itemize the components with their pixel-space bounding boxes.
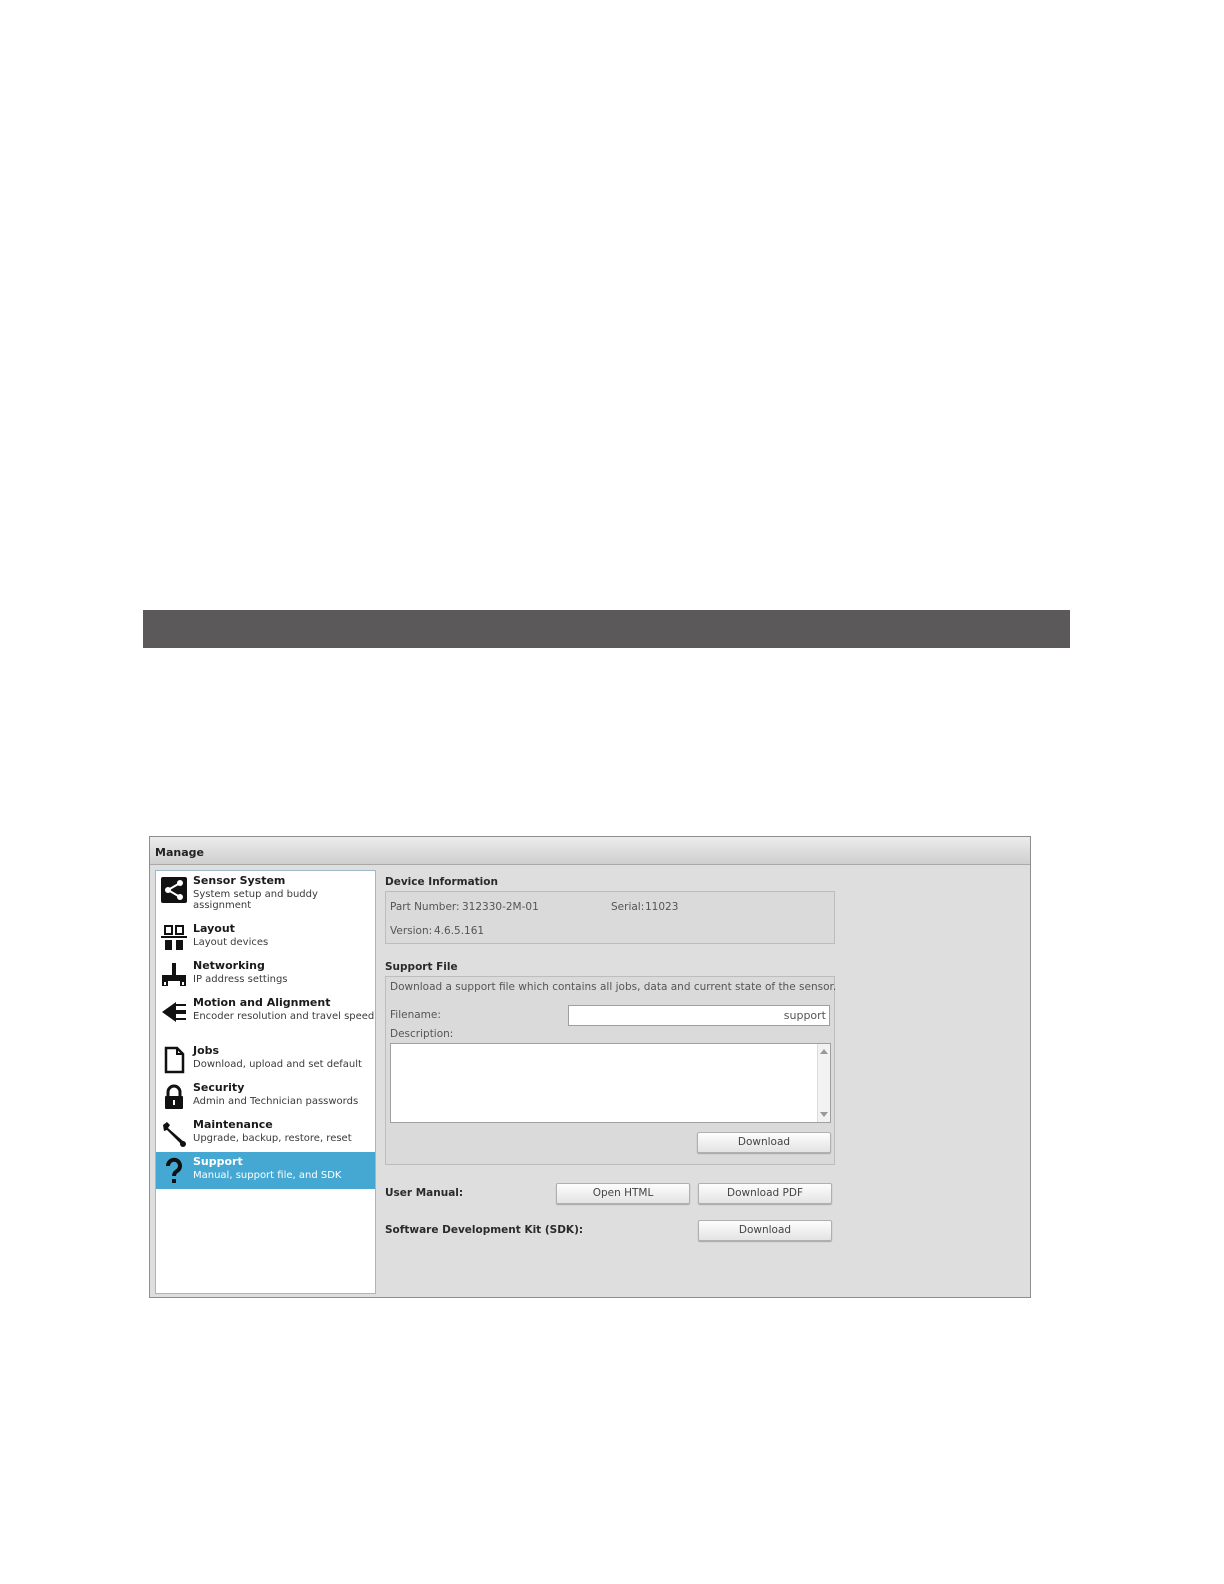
sidebar-item-support[interactable]: Support Manual, support file, and SDK xyxy=(156,1152,375,1189)
part-number-value: 312330-2M-01 xyxy=(462,901,539,913)
sidebar-item-title: Sensor System xyxy=(193,874,286,887)
sidebar-item-subtitle: Download, upload and set default xyxy=(193,1059,362,1070)
window-title: Manage xyxy=(150,837,1030,865)
scroll-down-icon[interactable] xyxy=(820,1112,828,1117)
sdk-download-button[interactable]: Download xyxy=(698,1220,832,1241)
open-html-button[interactable]: Open HTML xyxy=(556,1183,690,1204)
scroll-up-icon[interactable] xyxy=(820,1049,828,1054)
download-pdf-button[interactable]: Download PDF xyxy=(698,1183,832,1204)
sidebar-item-subtitle: Admin and Technician passwords xyxy=(193,1096,359,1107)
sidebar-item-subtitle: IP address settings xyxy=(193,974,288,985)
wrench-icon xyxy=(163,1122,186,1147)
filename-input[interactable] xyxy=(568,1005,830,1026)
version-label: Version: xyxy=(390,925,433,937)
device-information-group: Part Number: 312330-2M-01 Serial: 11023 … xyxy=(385,891,835,944)
description-area xyxy=(390,1043,831,1123)
manage-window: Manage Sensor System System setup and bu… xyxy=(149,836,1031,1298)
user-manual-label: User Manual: xyxy=(385,1187,464,1199)
arrow-left-icon xyxy=(162,1002,186,1022)
version-value: 4.6.5.161 xyxy=(434,925,485,937)
support-file-label: Support File xyxy=(385,961,458,973)
document-icon xyxy=(164,1046,185,1074)
support-file-group: Download a support file which contains a… xyxy=(385,976,837,1165)
description-scrollbar[interactable] xyxy=(817,1044,830,1122)
network-icon xyxy=(162,963,186,986)
layout-icon xyxy=(161,925,187,950)
document-header-bar xyxy=(143,610,1070,648)
serial-label: Serial: xyxy=(611,901,645,913)
manage-sidebar: Sensor System System setup and buddy ass… xyxy=(155,870,376,1294)
sidebar-item-motion-alignment[interactable]: Motion and Alignment Encoder resolution … xyxy=(156,993,375,1041)
lock-icon xyxy=(165,1084,183,1109)
description-label: Description: xyxy=(390,1028,454,1040)
sidebar-item-maintenance[interactable]: Maintenance Upgrade, backup, restore, re… xyxy=(156,1115,375,1152)
support-file-download-button[interactable]: Download xyxy=(697,1132,831,1153)
sidebar-item-subtitle: System setup and buddy assignment xyxy=(193,889,318,911)
sdk-label: Software Development Kit (SDK): xyxy=(385,1224,584,1236)
share-icon xyxy=(161,877,187,903)
sidebar-item-title: Jobs xyxy=(193,1044,220,1057)
sidebar-item-subtitle: Manual, support file, and SDK xyxy=(193,1170,342,1181)
filename-label: Filename: xyxy=(390,1009,441,1021)
support-file-description-text: Download a support file which contains a… xyxy=(390,981,837,993)
sidebar-item-layout[interactable]: Layout Layout devices xyxy=(156,919,375,956)
description-textarea[interactable] xyxy=(390,1043,831,1123)
part-number-label: Part Number: xyxy=(390,901,460,913)
device-information-label: Device Information xyxy=(385,876,498,888)
sidebar-item-sensor-system[interactable]: Sensor System System setup and buddy ass… xyxy=(156,871,375,919)
serial-value: 11023 xyxy=(645,901,679,913)
sidebar-item-title: Motion and Alignment xyxy=(193,996,331,1009)
question-icon xyxy=(166,1157,182,1183)
sidebar-item-title: Maintenance xyxy=(193,1118,273,1131)
sidebar-item-title: Layout xyxy=(193,922,235,935)
sidebar-item-title: Support xyxy=(193,1155,243,1168)
sidebar-item-title: Networking xyxy=(193,959,265,972)
sidebar-item-security[interactable]: Security Admin and Technician passwords xyxy=(156,1078,375,1115)
sidebar-item-networking[interactable]: Networking IP address settings xyxy=(156,956,375,993)
sidebar-item-title: Security xyxy=(193,1081,245,1094)
sidebar-item-subtitle: Layout devices xyxy=(193,937,269,948)
sidebar-item-subtitle: Upgrade, backup, restore, reset xyxy=(193,1133,352,1144)
sidebar-item-subtitle: Encoder resolution and travel speed xyxy=(193,1011,375,1022)
sidebar-item-jobs[interactable]: Jobs Download, upload and set default xyxy=(156,1041,375,1078)
